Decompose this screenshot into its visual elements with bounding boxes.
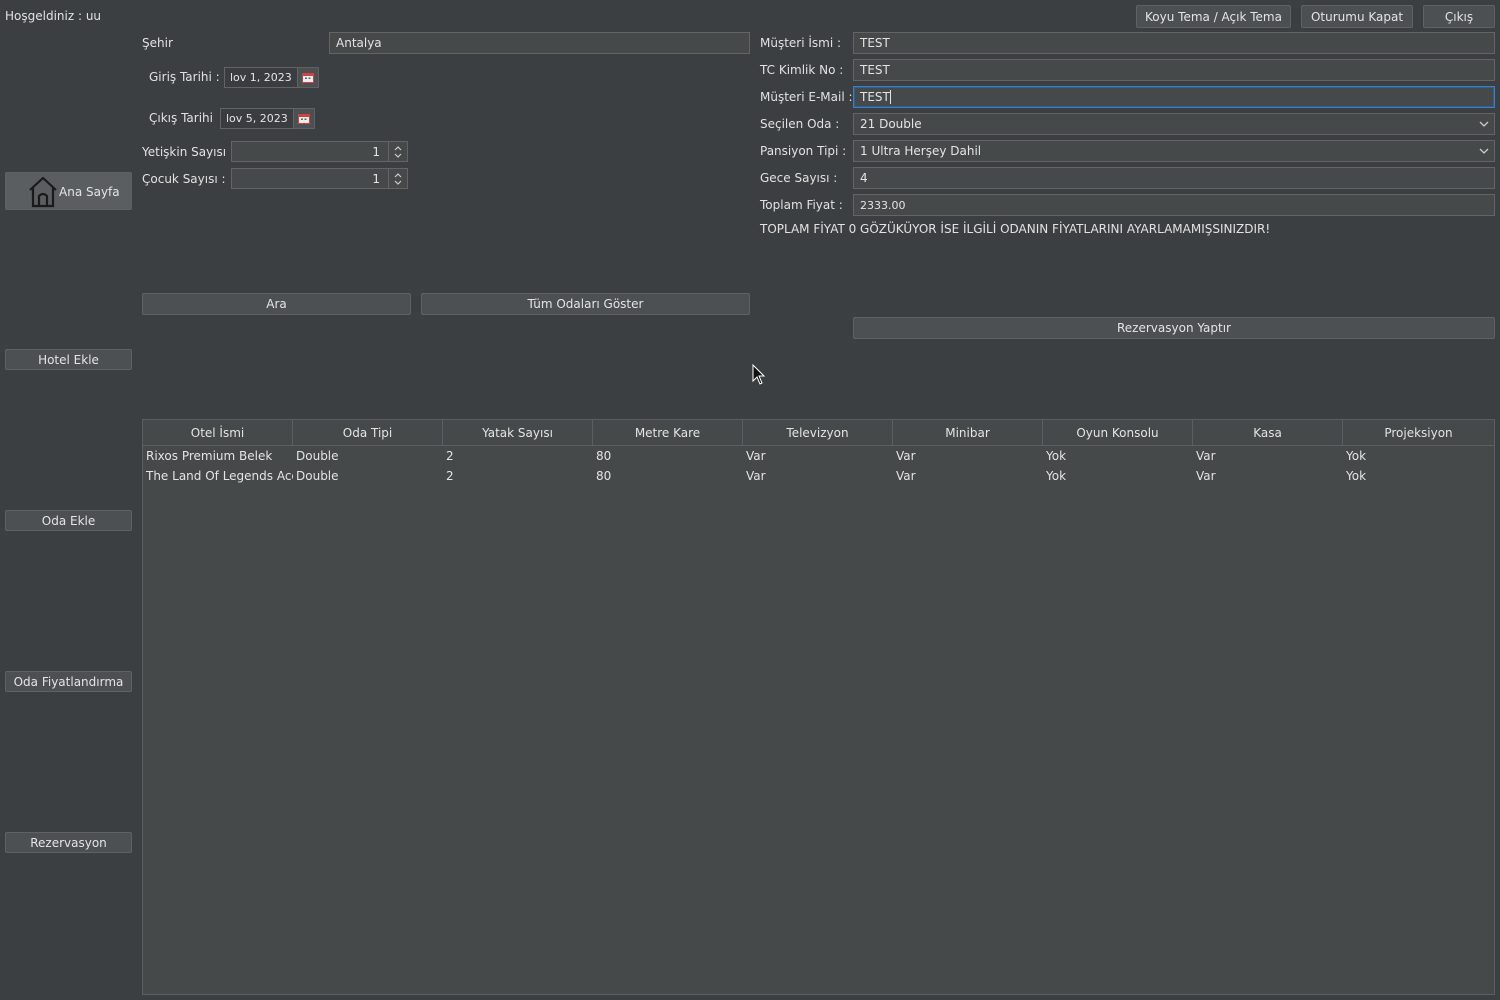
spinner-arrows-icon[interactable] <box>388 169 407 188</box>
calendar-icon[interactable] <box>297 67 319 88</box>
tc-field[interactable]: TEST <box>853 59 1495 81</box>
sidebar-item-home[interactable]: Ana Sayfa <box>5 172 132 210</box>
sidebar-item-reservation[interactable]: Rezervasyon <box>5 832 132 853</box>
city-field[interactable]: Antalya <box>329 32 750 54</box>
column-header[interactable]: Oyun Konsolu <box>1043 420 1193 445</box>
table-cell: Double <box>296 449 339 463</box>
chevron-down-icon[interactable] <box>1474 141 1494 161</box>
table-cell: Double <box>296 469 339 483</box>
column-header[interactable]: Televizyon <box>743 420 893 445</box>
exit-button[interactable]: Çıkış <box>1423 5 1495 28</box>
table-cell: Var <box>1196 449 1216 463</box>
table-row[interactable]: Rixos Premium Belek Double 2 80 Var Var … <box>143 446 1494 466</box>
children-value[interactable]: 1 <box>232 169 388 188</box>
children-label: Çocuk Sayısı : <box>142 172 226 186</box>
text-caret <box>889 90 891 104</box>
table-cell: Yok <box>1046 449 1067 463</box>
table-cell: Var <box>896 449 916 463</box>
total-price-field[interactable]: 2333.00 <box>853 194 1495 216</box>
column-header[interactable]: Metre Kare <box>593 420 743 445</box>
logout-button[interactable]: Oturumu Kapat <box>1301 5 1413 28</box>
rooms-table[interactable]: Otel İsmi Oda Tipi Yatak Sayısı Metre Ka… <box>142 419 1495 995</box>
tc-label: TC Kimlik No : <box>760 63 844 77</box>
board-type-value: 1 Ultra Herşey Dahil <box>860 144 982 158</box>
sidebar-item-add-room[interactable]: Oda Ekle <box>5 510 132 531</box>
checkin-label: Giriş Tarihi : <box>149 70 220 84</box>
table-cell: 80 <box>596 449 612 463</box>
calendar-icon[interactable] <box>293 108 315 129</box>
show-all-rooms-button[interactable]: Tüm Odaları Göster <box>421 293 750 315</box>
checkout-label: Çıkış Tarihi <box>149 111 213 125</box>
price-warning: TOPLAM FİYAT 0 GÖZÜKÜYOR İSE İLGİLİ ODAN… <box>760 222 1271 236</box>
board-type-label: Pansiyon Tipi : <box>760 144 847 158</box>
welcome-label: Hoşgeldiniz : uu <box>5 9 102 23</box>
spinner-arrows-icon[interactable] <box>388 142 407 161</box>
table-cell: Var <box>746 469 766 483</box>
board-type-dropdown[interactable]: 1 Ultra Herşey Dahil <box>853 140 1495 162</box>
checkin-date-value[interactable]: lov 1, 2023 <box>224 67 298 88</box>
column-header[interactable]: Otel İsmi <box>143 420 293 445</box>
table-header: Otel İsmi Oda Tipi Yatak Sayısı Metre Ka… <box>143 420 1494 446</box>
search-button[interactable]: Ara <box>142 293 411 315</box>
email-field[interactable]: TEST <box>853 86 1495 108</box>
sidebar-item-add-hotel[interactable]: Hotel Ekle <box>5 349 132 370</box>
selected-room-value: 21 Double <box>860 117 922 131</box>
adults-label: Yetişkin Sayısı : <box>142 145 234 159</box>
city-label: Şehir <box>142 36 173 50</box>
table-cell: Yok <box>1346 469 1367 483</box>
sidebar-item-room-pricing[interactable]: Oda Fiyatlandırma <box>5 671 132 692</box>
email-label: Müşteri E-Mail : <box>760 90 853 104</box>
make-reservation-button[interactable]: Rezervasyon Yaptır <box>853 317 1495 339</box>
table-cell: The Land Of Legends Acc... <box>146 469 293 483</box>
column-header[interactable]: Yatak Sayısı <box>443 420 593 445</box>
total-price-label: Toplam Fiyat : <box>760 198 843 212</box>
theme-toggle-button[interactable]: Koyu Tema / Açık Tema <box>1136 5 1291 28</box>
column-header[interactable]: Minibar <box>893 420 1043 445</box>
column-header[interactable]: Oda Tipi <box>293 420 443 445</box>
table-row[interactable]: The Land Of Legends Acc... Double 2 80 V… <box>143 466 1494 486</box>
checkout-date-value[interactable]: lov 5, 2023 <box>220 108 294 129</box>
column-header[interactable]: Kasa <box>1193 420 1343 445</box>
chevron-down-icon[interactable] <box>1474 114 1494 134</box>
table-cell: 80 <box>596 469 612 483</box>
sidebar-item-home-label: Ana Sayfa <box>59 185 120 199</box>
table-cell: 2 <box>446 449 454 463</box>
checkout-date-picker[interactable]: lov 5, 2023 <box>220 108 315 129</box>
email-value[interactable]: TEST <box>860 90 890 104</box>
customer-name-field[interactable]: TEST <box>853 32 1495 54</box>
table-cell: Var <box>1196 469 1216 483</box>
table-cell: Yok <box>1046 469 1067 483</box>
table-cell: 2 <box>446 469 454 483</box>
table-cell: Var <box>746 449 766 463</box>
nights-label: Gece Sayısı : <box>760 171 838 185</box>
selected-room-label: Seçilen Oda : <box>760 117 840 131</box>
adults-value[interactable]: 1 <box>232 142 388 161</box>
nights-field[interactable]: 4 <box>853 167 1495 189</box>
home-icon <box>26 174 60 211</box>
column-header[interactable]: Projeksiyon <box>1343 420 1494 445</box>
adults-spinner[interactable]: 1 <box>231 141 408 162</box>
table-cell: Var <box>896 469 916 483</box>
table-cell: Yok <box>1346 449 1367 463</box>
customer-name-label: Müşteri İsmi : <box>760 36 842 50</box>
checkin-date-picker[interactable]: lov 1, 2023 <box>224 67 319 88</box>
children-spinner[interactable]: 1 <box>231 168 408 189</box>
mouse-cursor-icon <box>752 363 766 389</box>
table-cell: Rixos Premium Belek <box>146 449 273 463</box>
selected-room-dropdown[interactable]: 21 Double <box>853 113 1495 135</box>
